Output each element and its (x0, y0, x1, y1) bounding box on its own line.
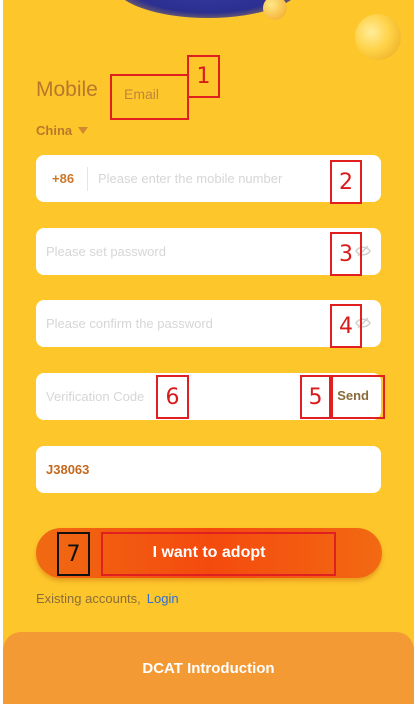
invite-code-field[interactable]: J38063 (36, 446, 381, 493)
header-orb-decoration (263, 0, 287, 20)
annotation-box-send (331, 375, 385, 419)
app-frame: Mobile Email China +86 Please enter the … (3, 0, 414, 704)
annotation-4: 4 (330, 304, 362, 348)
annotation-5: 5 (300, 375, 331, 419)
annotation-2: 2 (330, 160, 362, 204)
annotation-1: 1 (187, 55, 220, 98)
verification-code-placeholder: Verification Code (46, 389, 145, 404)
annotation-box-email (110, 74, 189, 120)
dcat-introduction-label: DCAT Introduction (142, 659, 275, 677)
dcat-introduction-button[interactable]: DCAT Introduction (3, 632, 414, 704)
phone-prefix[interactable]: +86 (36, 166, 88, 191)
password-placeholder: Please set password (46, 244, 166, 259)
country-selector[interactable]: China (36, 123, 89, 138)
annotation-6: 6 (156, 375, 189, 419)
existing-accounts-text: Existing accounts, (36, 591, 141, 606)
coin-decoration (348, 7, 408, 67)
tab-mobile[interactable]: Mobile (36, 78, 98, 102)
login-link[interactable]: Login (147, 591, 179, 606)
invite-code-value: J38063 (46, 462, 90, 477)
existing-accounts-line: Existing accounts, Login (36, 591, 179, 606)
caret-down-icon (78, 127, 89, 134)
confirm-password-placeholder: Please confirm the password (46, 316, 213, 331)
annotation-box-adopt (101, 532, 336, 576)
mobile-number-placeholder: Please enter the mobile number (98, 171, 283, 186)
country-label: China (36, 123, 73, 138)
annotation-3: 3 (330, 232, 362, 276)
annotation-7: 7 (57, 532, 90, 576)
